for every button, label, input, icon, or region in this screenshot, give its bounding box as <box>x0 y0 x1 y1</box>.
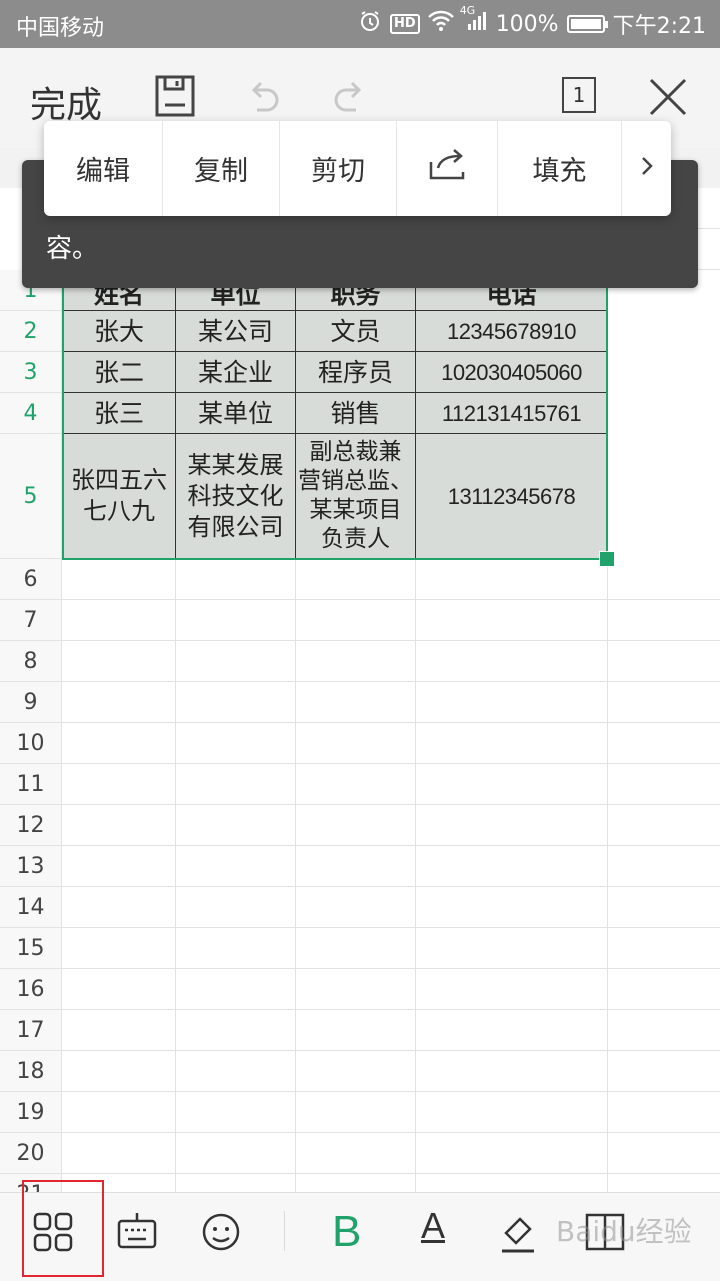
undo-icon[interactable] <box>245 80 281 120</box>
grid-line <box>62 1009 720 1010</box>
context-menu: 编辑 复制 剪切 填充 <box>44 121 671 216</box>
row-number[interactable]: 11 <box>0 764 62 805</box>
row-number[interactable]: 14 <box>0 887 62 928</box>
tooltip-line-2: 容。 <box>46 234 99 264</box>
grid-line <box>62 722 720 723</box>
row-number[interactable]: 7 <box>0 600 62 641</box>
grid-line <box>62 763 720 764</box>
grid-line <box>62 599 720 600</box>
row-number[interactable]: 17 <box>0 1010 62 1051</box>
save-icon[interactable] <box>155 75 195 121</box>
row-number[interactable]: 15 <box>0 928 62 969</box>
row-number[interactable]: 10 <box>0 723 62 764</box>
carrier-label: 中国移动 <box>16 16 105 41</box>
bold-icon[interactable]: B <box>332 1207 361 1257</box>
watermark: Baidu经验 <box>556 1215 692 1248</box>
row-number[interactable]: 20 <box>0 1133 62 1174</box>
row-number[interactable]: 13 <box>0 846 62 887</box>
row-number[interactable]: 19 <box>0 1092 62 1133</box>
menu-more-button[interactable] <box>622 121 671 216</box>
grid-line <box>62 1050 720 1051</box>
selection-handle[interactable] <box>599 551 615 567</box>
grid-line <box>62 1132 720 1133</box>
font-color-letter: A <box>420 1205 445 1246</box>
emoji-icon[interactable] <box>200 1211 242 1257</box>
row-number[interactable]: 3 <box>0 352 62 393</box>
menu-item-share[interactable] <box>397 121 498 216</box>
row-number[interactable]: 5 <box>0 434 62 559</box>
signal-icon: 4G <box>460 4 488 38</box>
chevron-right-icon <box>640 153 654 184</box>
menu-item-edit[interactable]: 编辑 <box>44 121 163 216</box>
menu-item-copy[interactable]: 复制 <box>163 121 280 216</box>
row-number[interactable]: 16 <box>0 969 62 1010</box>
row-number[interactable]: 18 <box>0 1051 62 1092</box>
row-number[interactable]: 2 <box>0 311 62 352</box>
sheet-switch-button[interactable]: 1 <box>562 77 596 113</box>
grid-line <box>62 1173 720 1174</box>
alarm-icon <box>358 9 382 39</box>
grid-line <box>62 640 720 641</box>
redo-icon[interactable] <box>332 80 368 120</box>
row-number[interactable]: 4 <box>0 393 62 434</box>
keyboard-icon[interactable] <box>116 1211 158 1257</box>
network-type-label: 4G <box>459 4 476 17</box>
grid-line <box>62 886 720 887</box>
fill-color-icon[interactable] <box>498 1211 538 1259</box>
row-number[interactable]: 6 <box>0 559 62 600</box>
row-number[interactable]: 9 <box>0 682 62 723</box>
spreadsheet-grid[interactable]: 1 2 3 4 5 6 7 8 9 10 11 12 13 14 15 16 1… <box>0 188 720 1192</box>
close-icon[interactable] <box>648 77 688 121</box>
selection-range <box>62 270 608 560</box>
status-icons: HD 4G 100% 下午2:21 <box>358 4 706 40</box>
share-icon <box>428 148 466 189</box>
hd-icon: HD <box>390 14 420 34</box>
grid-line <box>62 804 720 805</box>
wifi-icon <box>427 10 454 38</box>
grid-line <box>62 845 720 846</box>
row-number[interactable]: 8 <box>0 641 62 682</box>
grid-line <box>62 1091 720 1092</box>
status-bar: 中国移动 HD 4G 100% 下午2:21 <box>0 0 720 48</box>
row-number[interactable]: 12 <box>0 805 62 846</box>
sheet-count: 1 <box>572 83 586 107</box>
menu-item-cut[interactable]: 剪切 <box>280 121 397 216</box>
grid-line <box>62 681 720 682</box>
annotation-highlight <box>22 1180 104 1277</box>
battery-icon <box>566 15 608 33</box>
toolbar-divider <box>284 1211 285 1251</box>
menu-item-fill[interactable]: 填充 <box>498 121 622 216</box>
grid-line <box>62 968 720 969</box>
battery-percent: 100% <box>495 11 559 37</box>
clock: 下午2:21 <box>612 14 706 39</box>
grid-line <box>62 927 720 928</box>
font-color-icon[interactable]: A <box>418 1205 448 1247</box>
